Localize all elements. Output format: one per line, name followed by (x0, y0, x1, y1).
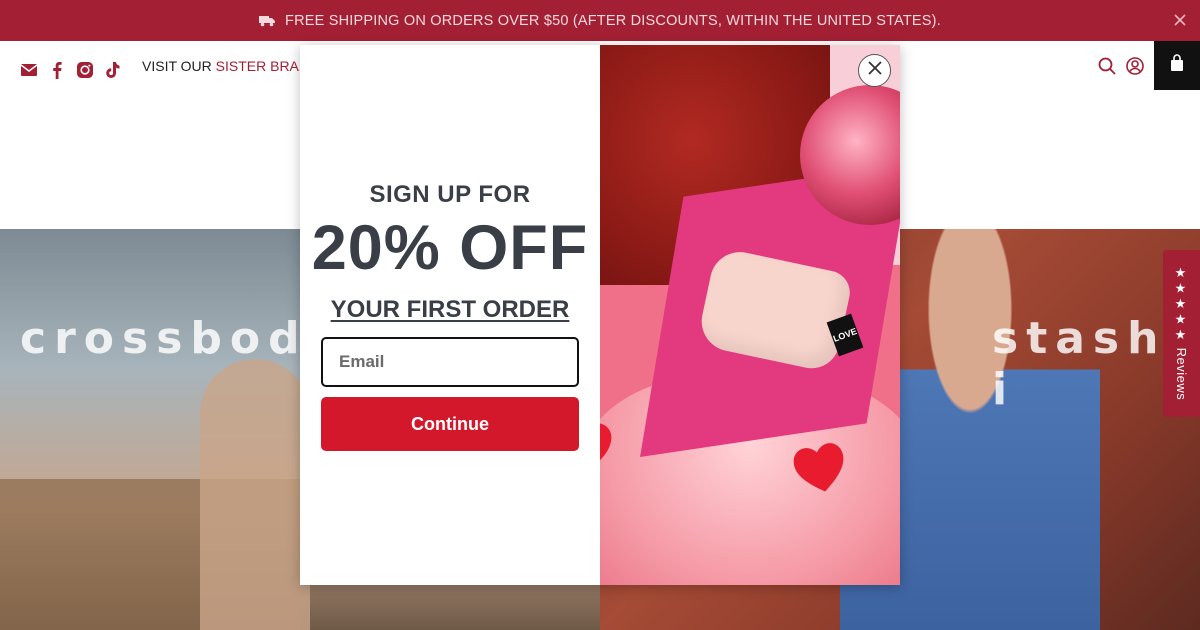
modal-subheading: YOUR FIRST ORDER (330, 296, 570, 323)
cart-icon (1170, 54, 1184, 77)
heart-icon (600, 423, 612, 461)
heart-icon (793, 443, 844, 492)
search-icon[interactable] (1098, 57, 1116, 75)
instagram-icon[interactable] (76, 61, 94, 79)
social-links (20, 61, 122, 79)
close-icon (867, 60, 883, 81)
visit-prefix: VISIT OUR (142, 58, 212, 74)
reviews-tab-text: ★★★★★ Reviews (1174, 266, 1189, 400)
truck-icon (259, 15, 276, 27)
announcement-text: FREE SHIPPING ON ORDERS OVER $50 (AFTER … (285, 12, 941, 29)
modal-close-button[interactable] (858, 54, 891, 87)
facebook-icon[interactable] (48, 61, 66, 79)
continue-button[interactable]: Continue (321, 397, 579, 451)
stars-icon: ★★★★★ (1174, 266, 1189, 344)
account-icon[interactable] (1126, 57, 1144, 75)
hero-person-shape (200, 359, 310, 630)
modal-offer: 20% OFF (311, 213, 589, 283)
header-utility-icons (1098, 57, 1144, 75)
email-field[interactable] (321, 337, 579, 387)
reviews-label: Reviews (1174, 348, 1189, 401)
reviews-tab[interactable]: ★★★★★ Reviews (1163, 250, 1200, 417)
hero-left-title: crossbody (20, 313, 345, 364)
cart-button[interactable] (1154, 41, 1200, 90)
modal-heading: SIGN UP FOR (369, 181, 531, 208)
modal-image: LOVE (600, 45, 900, 585)
signup-modal: SIGN UP FOR 20% OFF YOUR FIRST ORDER Con… (300, 45, 900, 585)
signup-form-panel: SIGN UP FOR 20% OFF YOUR FIRST ORDER Con… (300, 45, 600, 585)
close-icon[interactable] (1172, 12, 1188, 28)
sister-brand-promo: VISIT OUR SISTER BRAND (142, 58, 319, 74)
tiktok-icon[interactable] (104, 61, 122, 79)
email-icon[interactable] (20, 61, 38, 79)
announcement-bar: FREE SHIPPING ON ORDERS OVER $50 (AFTER … (0, 0, 1200, 41)
